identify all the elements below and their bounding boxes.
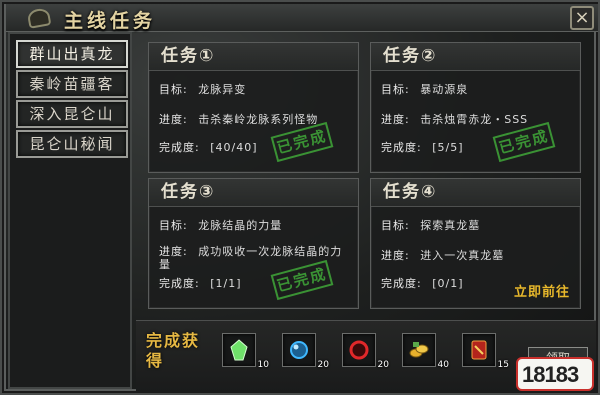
quest-completion-row: 完成度: [1/1] xyxy=(159,275,242,291)
reward-quantity: 20 xyxy=(377,360,389,370)
sidebar-item-chapter-3[interactable]: 深入昆仑山 xyxy=(16,100,128,128)
quest-target-row: 目标: 龙脉异变 xyxy=(159,81,246,97)
reward-slot-3[interactable]: 20 xyxy=(342,333,389,370)
progress-label: 进度: xyxy=(159,245,188,258)
window-title: 主线任务 xyxy=(64,10,157,32)
quest-completion-row: 完成度: [40/40] xyxy=(159,139,258,155)
completion-value: [5/5] xyxy=(432,141,464,154)
completion-label: 完成度: xyxy=(159,277,200,290)
reward-quantity: 15 xyxy=(497,360,509,370)
completion-value: [40/40] xyxy=(210,141,258,154)
quest-card-2: 任务② 目标: 暴动源泉 进度: 击杀烛霄赤龙・SSS 完成度: [5/5] 已… xyxy=(370,42,581,173)
quest-title: 任务① xyxy=(149,43,358,71)
quest-window: 主线任务 × 群山出真龙 秦岭苗疆客 深入昆仑山 昆仑山秘闻 任务① 目标: 龙… xyxy=(0,0,600,395)
completion-label: 完成度: xyxy=(159,141,200,154)
progress-value: 击杀秦岭龙脉系列怪物 xyxy=(198,113,319,126)
green-crystal-icon xyxy=(230,339,248,361)
target-value: 暴动源泉 xyxy=(420,83,469,96)
progress-label: 进度: xyxy=(381,113,410,126)
progress-value: 进入一次真龙墓 xyxy=(420,249,505,262)
reward-slot-5[interactable]: 15 xyxy=(462,333,509,370)
watermark-text: 18183 xyxy=(522,362,579,387)
target-label: 目标: xyxy=(159,219,188,232)
quest-title: 任务③ xyxy=(149,179,358,207)
completed-stamp: 已完成 xyxy=(270,121,334,163)
reward-slot-2[interactable]: 20 xyxy=(282,333,329,370)
quest-card-1: 任务① 目标: 龙脉异变 进度: 击杀秦岭龙脉系列怪物 完成度: [40/40]… xyxy=(148,42,359,173)
quest-grid: 任务① 目标: 龙脉异变 进度: 击杀秦岭龙脉系列怪物 完成度: [40/40]… xyxy=(136,32,596,318)
completion-value: [1/1] xyxy=(210,277,242,290)
completion-value: [0/1] xyxy=(432,277,464,290)
quest-title: 任务④ xyxy=(371,179,580,207)
reward-slot-4[interactable]: 40 xyxy=(402,333,449,370)
target-label: 目标: xyxy=(381,219,410,232)
red-talisman-icon xyxy=(471,340,487,360)
reward-quantity: 40 xyxy=(437,360,449,370)
quest-completion-row: 完成度: [0/1] xyxy=(381,275,464,291)
quest-card-4: 任务④ 目标: 探索真龙墓 进度: 进入一次真龙墓 完成度: [0/1] 立即前… xyxy=(370,178,581,309)
quest-target-row: 目标: 龙脉结晶的力量 xyxy=(159,217,282,233)
target-label: 目标: xyxy=(159,83,188,96)
quest-title: 任务② xyxy=(371,43,580,71)
progress-value: 击杀烛霄赤龙・SSS xyxy=(420,113,529,126)
blue-orb-icon xyxy=(290,341,308,359)
sidebar-item-chapter-1[interactable]: 群山出真龙 xyxy=(16,40,128,68)
completed-stamp: 已完成 xyxy=(492,121,556,163)
title-bar: 主线任务 × xyxy=(6,4,598,32)
reward-quantity: 20 xyxy=(317,360,329,370)
quest-progress-row: 进度: 击杀秦岭龙脉系列怪物 xyxy=(159,111,318,127)
reward-label: 完成获得 xyxy=(146,331,201,370)
close-button[interactable]: × xyxy=(570,6,594,30)
gold-coins-icon xyxy=(409,342,429,358)
chapter-sidebar: 群山出真龙 秦岭苗疆客 深入昆仑山 昆仑山秘闻 xyxy=(8,32,132,389)
quest-target-row: 目标: 暴动源泉 xyxy=(381,81,468,97)
quest-scroll-icon xyxy=(26,7,52,29)
sidebar-item-chapter-2[interactable]: 秦岭苗疆客 xyxy=(16,70,128,98)
sidebar-item-chapter-4[interactable]: 昆仑山秘闻 xyxy=(16,130,128,158)
progress-label: 进度: xyxy=(381,249,410,262)
completion-label: 完成度: xyxy=(381,141,422,154)
reward-quantity: 10 xyxy=(257,360,269,370)
target-value: 探索真龙墓 xyxy=(420,219,481,232)
progress-label: 进度: xyxy=(159,113,188,126)
site-watermark-logo: 18183 xyxy=(516,357,594,391)
quest-progress-row: 进度: 进入一次真龙墓 xyxy=(381,247,504,263)
quest-completion-row: 完成度: [5/5] xyxy=(381,139,464,155)
red-orb-icon xyxy=(349,340,369,360)
go-now-link[interactable]: 立即前往 xyxy=(514,281,570,300)
reward-slot-1[interactable]: 10 xyxy=(222,333,269,370)
target-value: 龙脉结晶的力量 xyxy=(198,219,283,232)
quest-target-row: 目标: 探索真龙墓 xyxy=(381,217,480,233)
target-value: 龙脉异变 xyxy=(198,83,247,96)
quest-card-3: 任务③ 目标: 龙脉结晶的力量 进度: 成功吸收一次龙脉结晶的力量 完成度: [… xyxy=(148,178,359,309)
completion-label: 完成度: xyxy=(381,277,422,290)
quest-progress-row: 进度: 击杀烛霄赤龙・SSS xyxy=(381,111,528,127)
target-label: 目标: xyxy=(381,83,410,96)
